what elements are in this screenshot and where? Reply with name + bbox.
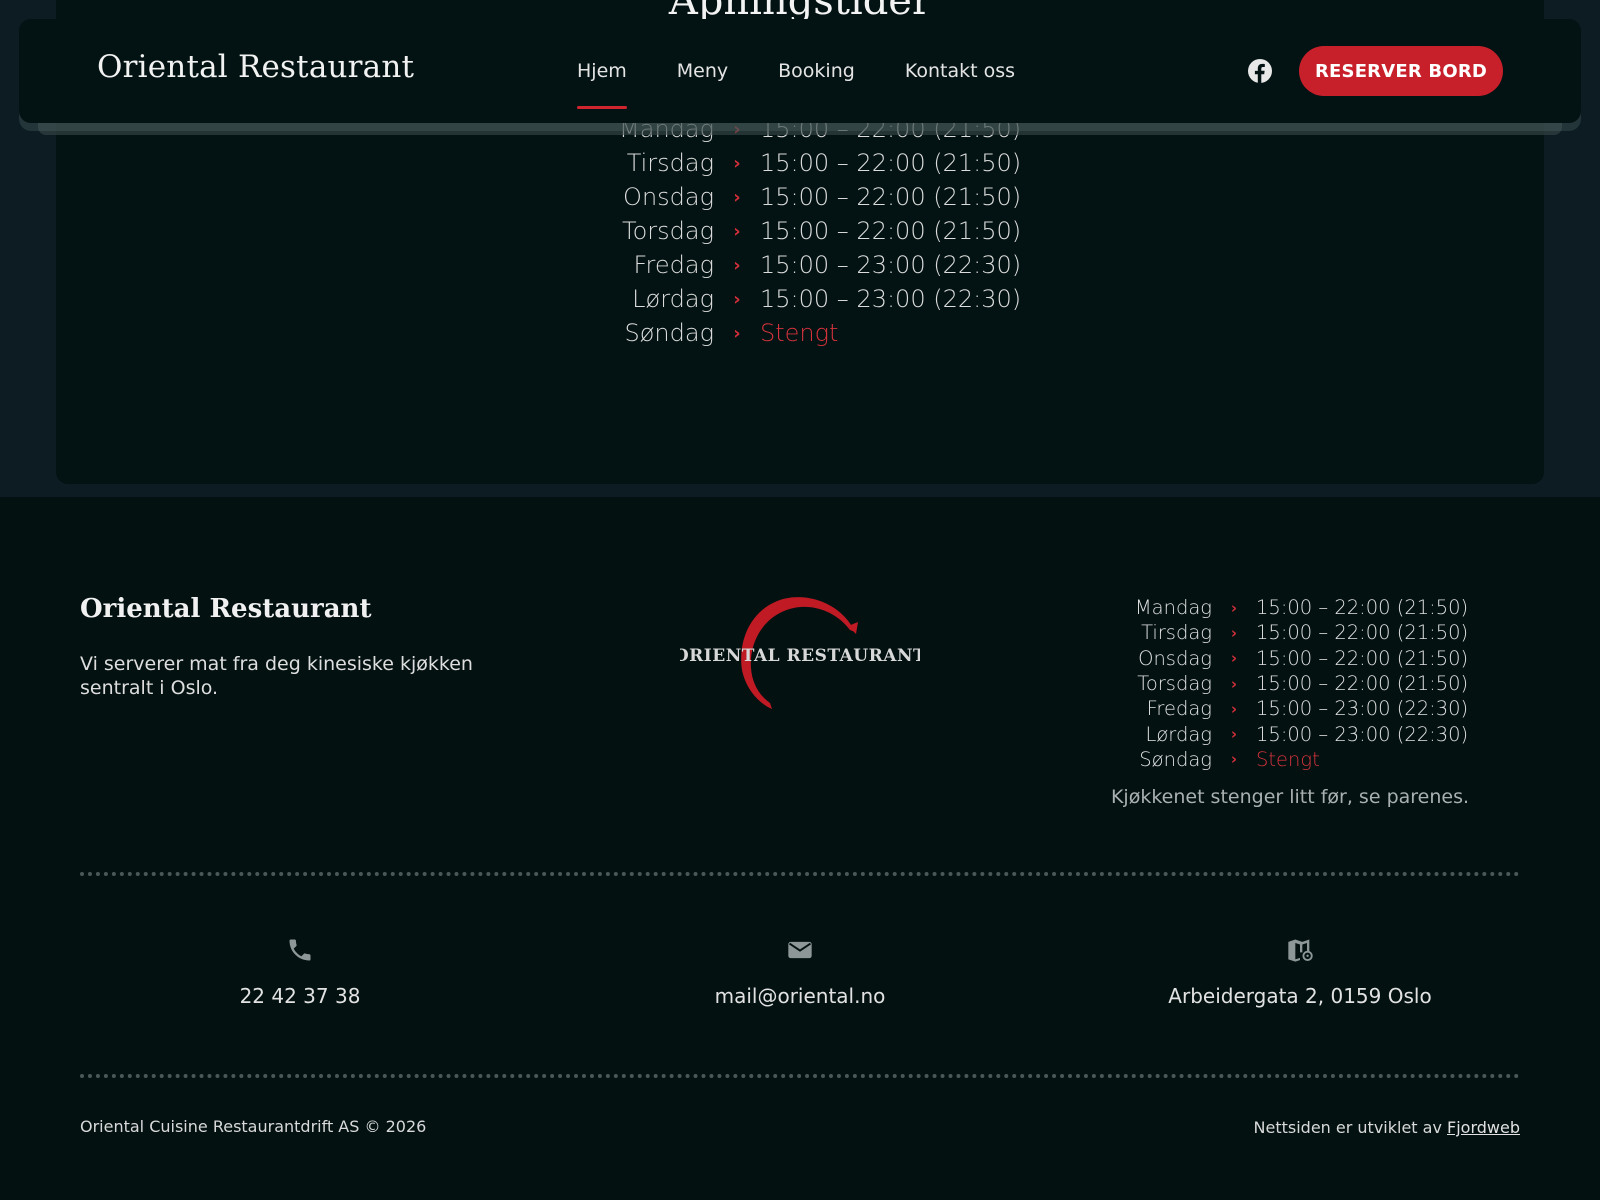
brand-logo-link[interactable]: Oriental Restaurant: [97, 49, 414, 85]
hours-time: 15:00 – 22:00 (21:50): [760, 149, 1022, 177]
opening-hours-list: Mandag›15:00 – 22:00 (21:50) Tirsdag›15:…: [56, 112, 1544, 350]
footer-description: Vi serverer mat fra deg kinesiske kjøkke…: [80, 653, 473, 699]
map-icon: [1288, 939, 1313, 962]
hours-day: Torsdag: [1137, 672, 1212, 696]
hours-row: Mandag › 15:00 – 22:00 (21:50): [1090, 595, 1490, 620]
logo-text: ORIENTAL RESTAURANT: [680, 646, 920, 666]
nav-link-hjem[interactable]: Hjem: [577, 19, 627, 123]
hours-row: Onsdag › 15:00 – 22:00 (21:50): [56, 180, 1544, 214]
fjordweb-link[interactable]: Fjordweb: [1447, 1118, 1520, 1137]
hours-time: 15:00 – 22:00 (21:50): [1256, 646, 1469, 670]
chevron-right-icon: ›: [1230, 598, 1238, 617]
hours-time-closed: Stengt: [760, 319, 839, 347]
chevron-right-icon: ›: [1230, 725, 1238, 744]
hours-row: Torsdag › 15:00 – 22:00 (21:50): [1090, 671, 1490, 696]
contact-address[interactable]: Arbeidergata 2, 0159 Oslo: [1130, 936, 1470, 1008]
chevron-right-icon: ›: [733, 186, 741, 208]
contact-phone-text[interactable]: 22 42 37 38: [130, 984, 470, 1008]
hours-time: 15:00 – 23:00 (22:30): [1256, 697, 1469, 721]
chevron-right-icon: ›: [733, 152, 741, 174]
facebook-icon[interactable]: [1248, 59, 1272, 83]
chevron-right-icon: ›: [733, 322, 741, 344]
kitchen-note: Kjøkkenet stenger litt før, se parenes.: [1110, 786, 1470, 808]
hours-day: Lørdag: [1145, 722, 1213, 746]
copyright-text: Oriental Cuisine Restaurantdrift AS © 20…: [80, 1117, 427, 1136]
hours-day: Onsdag: [1138, 646, 1212, 670]
hours-time-closed: Stengt: [1256, 747, 1320, 771]
footer-opening-hours: Mandag › 15:00 – 22:00 (21:50) Tirsdag › 15:…: [1090, 595, 1490, 772]
footer-divider: [80, 1074, 1520, 1078]
chevron-right-icon: ›: [1230, 750, 1238, 769]
hours-row: Tirsdag › 15:00 – 22:00 (21:50): [56, 146, 1544, 180]
hours-time: 15:00 – 22:00 (21:50): [760, 183, 1022, 211]
contact-address-text[interactable]: Arbeidergata 2, 0159 Oslo: [1130, 984, 1470, 1008]
hours-row: Lørdag › 15:00 – 23:00 (22:30): [1090, 721, 1490, 746]
phone-icon: [289, 939, 311, 961]
hours-row: Søndag › Stengt: [1090, 747, 1490, 772]
hours-row: Torsdag › 15:00 – 22:00 (21:50): [56, 214, 1544, 248]
mail-icon: [788, 941, 812, 959]
hours-time: 15:00 – 22:00 (21:50): [1256, 672, 1469, 696]
nav-link-kontakt[interactable]: Kontakt oss: [905, 19, 1015, 123]
contact-email[interactable]: mail@oriental.no: [630, 936, 970, 1008]
hours-time: 15:00 – 23:00 (22:30): [760, 285, 1022, 313]
hours-row: Fredag › 15:00 – 23:00 (22:30): [1090, 696, 1490, 721]
chevron-right-icon: ›: [1230, 699, 1238, 718]
hours-row: Søndag › Stengt: [56, 316, 1544, 350]
hours-time: 15:00 – 22:00 (21:50): [1256, 621, 1469, 645]
hours-time: 15:00 – 23:00 (22:30): [1256, 722, 1469, 746]
contact-email-text[interactable]: mail@oriental.no: [630, 984, 970, 1008]
credit-prefix: Nettsiden er utviklet av: [1253, 1118, 1448, 1137]
chevron-right-icon: ›: [1230, 649, 1238, 668]
chevron-right-icon: ›: [1230, 674, 1238, 693]
hours-row: Onsdag › 15:00 – 22:00 (21:50): [1090, 646, 1490, 671]
nav-link-booking[interactable]: Booking: [778, 19, 855, 123]
hours-day: Torsdag: [622, 217, 714, 245]
contact-phone[interactable]: 22 42 37 38: [130, 936, 470, 1008]
chevron-right-icon: ›: [733, 288, 741, 310]
hours-time: 15:00 – 23:00 (22:30): [760, 251, 1022, 279]
footer-divider: [80, 872, 1520, 876]
nav-links: Hjem Meny Booking Kontakt oss: [577, 19, 1065, 123]
hours-day: Søndag: [1139, 747, 1212, 771]
hours-day: Tirsdag: [1141, 621, 1212, 645]
footer-brand: Oriental Restaurant: [80, 594, 372, 624]
hours-day: Onsdag: [623, 183, 714, 211]
hours-day: Lørdag: [632, 285, 714, 313]
hours-time: 15:00 – 22:00 (21:50): [1256, 596, 1469, 620]
reserve-table-button[interactable]: RESERVER BORD: [1299, 46, 1503, 96]
hours-row: Tirsdag › 15:00 – 22:00 (21:50): [1090, 620, 1490, 645]
hours-day: Søndag: [624, 319, 714, 347]
chevron-right-icon: ›: [733, 220, 741, 242]
hours-day: Mandag: [1134, 596, 1212, 620]
restaurant-logo: ORIENTAL RESTAURANT: [680, 597, 920, 709]
credit-text: Nettsiden er utviklet av Fjordweb: [1254, 1118, 1520, 1137]
navbar: Oriental Restaurant Hjem Meny Booking Ko…: [19, 19, 1581, 123]
hours-time: 15:00 – 22:00 (21:50): [760, 217, 1022, 245]
hours-day: Fredag: [633, 251, 714, 279]
hours-row: Fredag › 15:00 – 23:00 (22:30): [56, 248, 1544, 282]
chevron-right-icon: ›: [733, 254, 741, 276]
hours-day: Tirsdag: [626, 149, 714, 177]
hours-row: Lørdag › 15:00 – 23:00 (22:30): [56, 282, 1544, 316]
hours-day: Fredag: [1146, 697, 1212, 721]
chevron-right-icon: ›: [1230, 623, 1238, 642]
nav-link-meny[interactable]: Meny: [677, 19, 728, 123]
